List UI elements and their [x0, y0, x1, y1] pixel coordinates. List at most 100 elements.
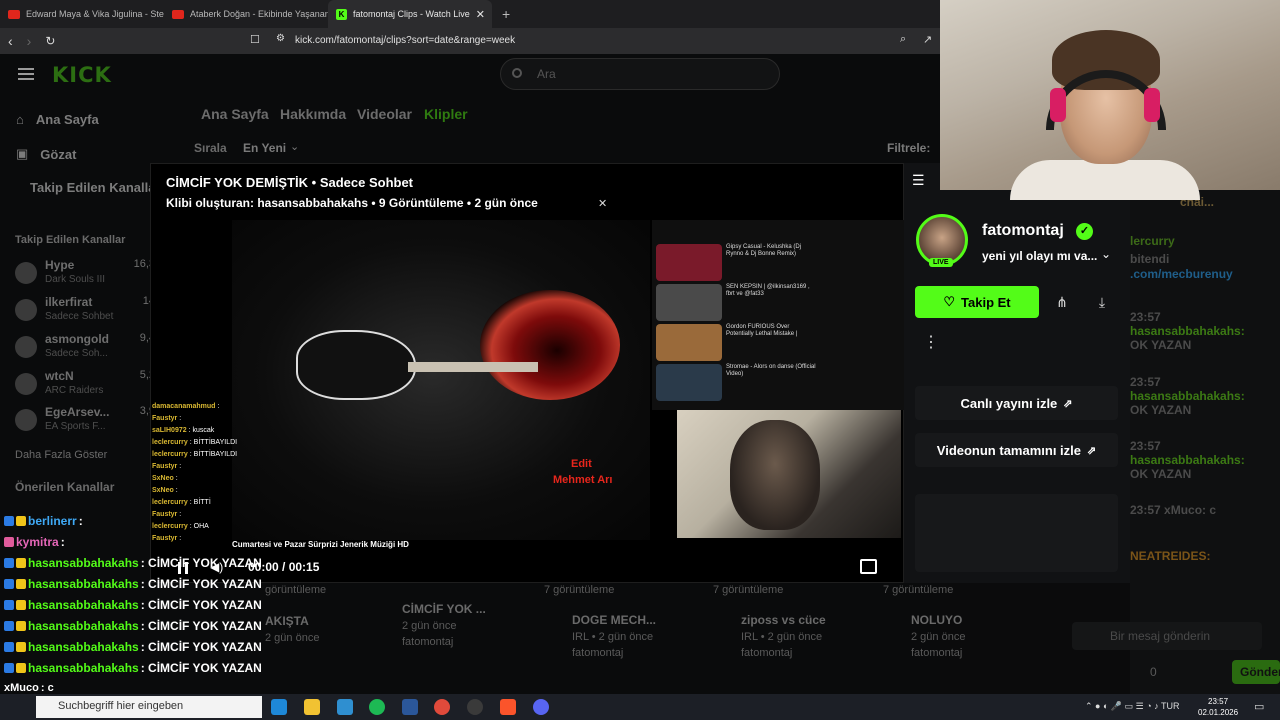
clock[interactable]: 23:57 02.01.2026: [1198, 696, 1238, 718]
inner-chat-line: Faustyr :: [152, 415, 182, 422]
webcam-person: [1010, 160, 1200, 200]
site-info-icon[interactable]: ⚙: [276, 33, 285, 44]
sidebar-item-home[interactable]: ⌂ Ana Sayfa: [16, 112, 99, 127]
live-badge: LIVE: [929, 258, 953, 267]
panel-placeholder: [915, 494, 1118, 572]
inner-chat-line: Faustyr :: [152, 463, 182, 470]
overlay-chat-line: hasansabbahakahs: CİMCİF YOK YAZAN: [4, 619, 262, 633]
chat-message: 23:57 hasansabbahakahs: OK YAZAN: [1130, 439, 1245, 481]
back-icon[interactable]: ‹: [8, 33, 13, 49]
kick-icon: K: [336, 8, 347, 20]
chat-message: 23:57 hasansabbahakahs: OK YAZAN: [1130, 310, 1245, 352]
url-field[interactable]: kick.com/fatomontaj/clips?sort=date&rang…: [295, 35, 515, 46]
brave-icon[interactable]: [500, 699, 516, 715]
avatar: [15, 336, 37, 358]
calculator-icon[interactable]: [402, 699, 418, 715]
overlay-chat-line: berlinerr:: [4, 514, 83, 528]
video-thumbnail: [656, 364, 722, 401]
clip-subtitle: Klibi oluşturan: hasansabbahakahs • 9 Gö…: [166, 196, 538, 210]
new-tab-button[interactable]: +: [502, 6, 510, 22]
recommended-header: Önerilen Kanallar: [15, 480, 115, 494]
tab-title: fatomontaj Clips - Watch Live: [353, 9, 470, 19]
video-thumbnail: [656, 324, 722, 361]
watch-live-button[interactable]: Canlı yayını izle ⇗: [915, 386, 1118, 420]
reload-icon[interactable]: ↻: [45, 34, 55, 48]
sidebar-item-browse[interactable]: ▣ Gözat: [16, 146, 76, 162]
download-icon[interactable]: ⤓: [1088, 288, 1116, 316]
sidebar-channel[interactable]: asmongold Sadece Soh... 9,4: [15, 332, 155, 366]
tab-clips[interactable]: Klipler: [424, 106, 468, 122]
stream-category: yeni yıl olayı mı va...: [982, 249, 1098, 263]
avatar: [15, 409, 37, 431]
send-button[interactable]: Gönder: [1232, 660, 1280, 684]
clip-title: CİMCİF YOK DEMİŞTİK • Sadece Sohbet: [166, 175, 414, 190]
close-tab-icon[interactable]: ✕: [476, 8, 485, 21]
bookmark-icon[interactable]: ☐: [250, 33, 260, 46]
browser-tab[interactable]: Ataberk Doğan - Ekibinde Yaşanan O: [164, 0, 328, 28]
tab-home[interactable]: Ana Sayfa: [201, 106, 269, 122]
video-overlay-text: Mehmet Arı: [553, 474, 613, 486]
watch-full-video-button[interactable]: Videonun tamamını izle ⇗: [915, 433, 1118, 467]
chat-message: 23:57 xMuco: c: [1130, 503, 1217, 517]
share-icon[interactable]: ⋔: [1048, 288, 1076, 316]
sidebar-channel[interactable]: Hype Dark Souls III 16,3: [15, 258, 155, 292]
clip-card[interactable]: görüntüleme AKIŞTA 2 gün önce: [265, 584, 326, 644]
avatar: [15, 299, 37, 321]
chrome-icon[interactable]: [434, 699, 450, 715]
obs-icon[interactable]: [467, 699, 483, 715]
fullscreen-icon[interactable]: [860, 559, 877, 574]
chat-message: NEATREIDES:: [1130, 549, 1211, 563]
external-link-icon: ⇗: [1063, 397, 1073, 410]
close-icon[interactable]: ✕: [598, 197, 607, 210]
system-tray[interactable]: ⌃ ● ◐ 🎤 ▭ ☰ ◔ ♪ TUR: [1085, 701, 1179, 712]
sort-dropdown[interactable]: En Yeni: [243, 141, 286, 155]
browser-tab-bar: Edward Maya & Vika Jigulina - Stereo Ata…: [0, 0, 940, 28]
clip-card[interactable]: NOLUYO 2 gün önce fatomontaj: [911, 601, 965, 659]
share-page-icon[interactable]: ↗: [923, 33, 932, 46]
collapse-panel-icon[interactable]: ☰: [912, 172, 928, 188]
clip-card[interactable]: 7 görüntüleme: [713, 584, 783, 596]
browser-tab[interactable]: Edward Maya & Vika Jigulina - Stereo: [0, 0, 164, 28]
inner-chat-line: SxNeo :: [152, 475, 178, 482]
overlay-chat-line: hasansabbahakahs: CİMCİF YOK YAZAN: [4, 577, 262, 591]
video-artwork: [296, 330, 416, 400]
edge-icon[interactable]: [271, 699, 287, 715]
sidebar-item-following[interactable]: Takip Edilen Kanallar: [30, 180, 161, 195]
search-icon: [512, 68, 522, 78]
clip-card[interactable]: DOGE MECH... IRL • 2 gün önce fatomontaj: [572, 601, 656, 659]
avatar: [15, 373, 37, 395]
forward-icon[interactable]: ›: [27, 33, 32, 49]
sidebar-channel[interactable]: wtcN ARC Raiders 5,2: [15, 369, 155, 403]
chat-line: lercurry: [1130, 234, 1175, 248]
inner-video-sidebar: Gipsy Casual - Kelushka (Dj Rynno & Dj B…: [652, 220, 904, 410]
zoom-icon[interactable]: ⌕: [900, 33, 906, 46]
spotify-icon[interactable]: [369, 699, 385, 715]
channel-name[interactable]: fatomontaj: [982, 222, 1064, 240]
browser-tab-active[interactable]: K fatomontaj Clips - Watch Live ✕: [328, 0, 492, 28]
follow-button[interactable]: ♡ Takip Et: [915, 286, 1039, 318]
overlay-chat-line: hasansabbahakahs: CİMCİF YOK YAZAN: [4, 556, 262, 570]
chat-input[interactable]: Bir mesaj gönderin: [1072, 622, 1262, 650]
show-more-link[interactable]: Daha Fazla Göster: [15, 449, 107, 461]
tab-videos[interactable]: Videolar: [357, 106, 412, 122]
discord-icon[interactable]: [533, 699, 549, 715]
search-input[interactable]: Ara: [500, 58, 780, 90]
folder-icon[interactable]: [304, 699, 320, 715]
tab-about[interactable]: Hakkımda: [280, 106, 346, 122]
inner-video-title: Cumartesi ve Pazar Sürprizi Jenerik Müzi…: [232, 540, 409, 549]
video-artwork: [408, 362, 538, 372]
app-icon[interactable]: [337, 699, 353, 715]
inner-chat-line: Faustyr :: [152, 535, 182, 542]
notification-icon[interactable]: ▭: [1254, 700, 1264, 713]
taskbar-search[interactable]: Suchbegriff hier eingeben: [36, 696, 262, 718]
menu-icon[interactable]: [18, 68, 34, 80]
webcam-person: [730, 420, 820, 530]
heart-icon: ♡: [943, 294, 956, 309]
clip-card[interactable]: ziposs vs cüce IRL • 2 gün önce fatomont…: [741, 601, 826, 659]
kick-logo[interactable]: KICK: [52, 63, 112, 87]
sidebar-channel[interactable]: EgeArsev... EA Sports F... 3,9: [15, 405, 155, 439]
sidebar-channel[interactable]: ilkerfirat Sadece Sohbet 14: [15, 295, 155, 329]
chevron-down-icon[interactable]: ⌄: [1101, 247, 1111, 261]
more-options-icon[interactable]: ⋮: [918, 330, 944, 356]
inner-chat-line: leclercurry : BİTTİBAYILDI: [152, 439, 238, 446]
